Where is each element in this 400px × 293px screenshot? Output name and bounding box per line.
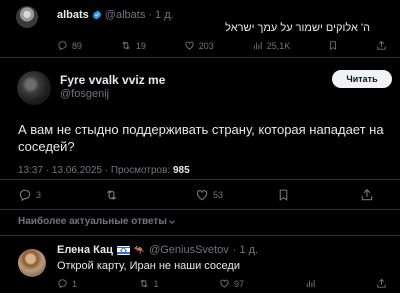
share-button[interactable] xyxy=(376,40,387,51)
repost-icon xyxy=(104,188,119,202)
tweet-actions: 3 53 xyxy=(0,179,400,210)
views-count: 25,1K xyxy=(266,40,291,51)
tweet-text: ה' אלוקים ישמור על עמך ישראל xyxy=(225,22,370,34)
reply-button[interactable]: 3 xyxy=(18,188,41,202)
author-handle[interactable]: @fosgenij xyxy=(60,88,109,100)
bookmark-icon xyxy=(328,40,338,51)
avatar[interactable] xyxy=(16,6,38,28)
reply-button[interactable]: 89 xyxy=(57,40,82,51)
reply-header: Елена Кац 🦘 @GeniusSvetov · 1 д. xyxy=(57,244,258,256)
author-name[interactable]: albats xyxy=(57,9,89,21)
post-time[interactable]: · 1 д. xyxy=(233,244,258,256)
tweet-actions: 1 1 97 xyxy=(57,278,387,289)
like-count: 53 xyxy=(213,190,224,200)
like-count: 203 xyxy=(198,40,214,51)
share-button[interactable] xyxy=(360,188,374,202)
avatar[interactable] xyxy=(17,71,51,105)
share-button[interactable] xyxy=(376,278,387,289)
reply-button[interactable]: 1 xyxy=(57,278,77,289)
israel-flag-icon xyxy=(116,245,130,255)
author-handle[interactable]: @GeniusSvetov xyxy=(149,244,229,256)
kangaroo-icon: 🦘 xyxy=(133,244,146,255)
reply-icon xyxy=(18,188,32,202)
bookmark-button[interactable] xyxy=(328,40,338,51)
share-icon xyxy=(376,278,387,289)
heart-icon xyxy=(219,278,230,289)
reply-icon xyxy=(57,40,68,51)
tweet-text: Открой карту, Иран не наши соседи xyxy=(57,260,240,272)
bookmark-icon xyxy=(277,188,290,202)
timestamp[interactable]: 13:37 · 13.06.2025 · Просмотров: xyxy=(18,165,173,176)
share-icon xyxy=(376,40,387,51)
sort-label: Наиболее актуальные ответы xyxy=(18,216,167,227)
chevron-down-icon xyxy=(167,217,177,227)
views-button[interactable]: 25,1K xyxy=(252,40,291,51)
avatar[interactable] xyxy=(18,249,46,277)
like-button[interactable]: 203 xyxy=(184,40,214,51)
reply-icon xyxy=(57,278,68,289)
top-tweet-header: albats @albats · 1 д. xyxy=(57,9,174,21)
like-button[interactable]: 53 xyxy=(195,188,223,202)
repost-button[interactable] xyxy=(104,188,119,202)
heart-icon xyxy=(195,188,209,202)
repost-icon xyxy=(138,278,150,289)
reply-count: 3 xyxy=(36,190,42,200)
follow-button[interactable]: Читать xyxy=(332,70,392,88)
views-count: 985 xyxy=(172,165,190,176)
repost-count: 1 xyxy=(153,278,159,289)
repost-button[interactable]: 19 xyxy=(120,40,146,51)
reply-count: 89 xyxy=(72,40,83,51)
sort-replies-dropdown[interactable]: Наиболее актуальные ответы xyxy=(18,216,177,227)
repost-button[interactable]: 1 xyxy=(138,278,159,289)
tweet-text: А вам не стыдно поддерживать страну, кот… xyxy=(18,122,384,154)
author-name[interactable]: Fyre vvalk vviz me xyxy=(60,73,165,87)
author-handle[interactable]: @albats xyxy=(105,9,146,21)
repost-icon xyxy=(120,40,132,51)
bookmark-button[interactable] xyxy=(277,188,290,202)
like-button[interactable]: 97 xyxy=(219,278,244,289)
heart-icon xyxy=(184,40,195,51)
repost-count: 19 xyxy=(135,40,146,51)
tweet-actions: 89 19 203 25,1K xyxy=(57,40,387,51)
views-button[interactable] xyxy=(305,278,316,289)
bar-chart-icon xyxy=(252,40,263,51)
like-count: 97 xyxy=(234,278,245,289)
verified-badge-icon xyxy=(92,10,102,20)
bar-chart-icon xyxy=(305,278,316,289)
share-icon xyxy=(360,188,374,202)
tweet-meta: 13:37 · 13.06.2025 · Просмотров: 985 xyxy=(18,165,190,176)
author-name[interactable]: Елена Кац xyxy=(57,244,113,256)
post-time[interactable]: · 1 д. xyxy=(148,9,173,21)
reply-count: 1 xyxy=(72,278,78,289)
